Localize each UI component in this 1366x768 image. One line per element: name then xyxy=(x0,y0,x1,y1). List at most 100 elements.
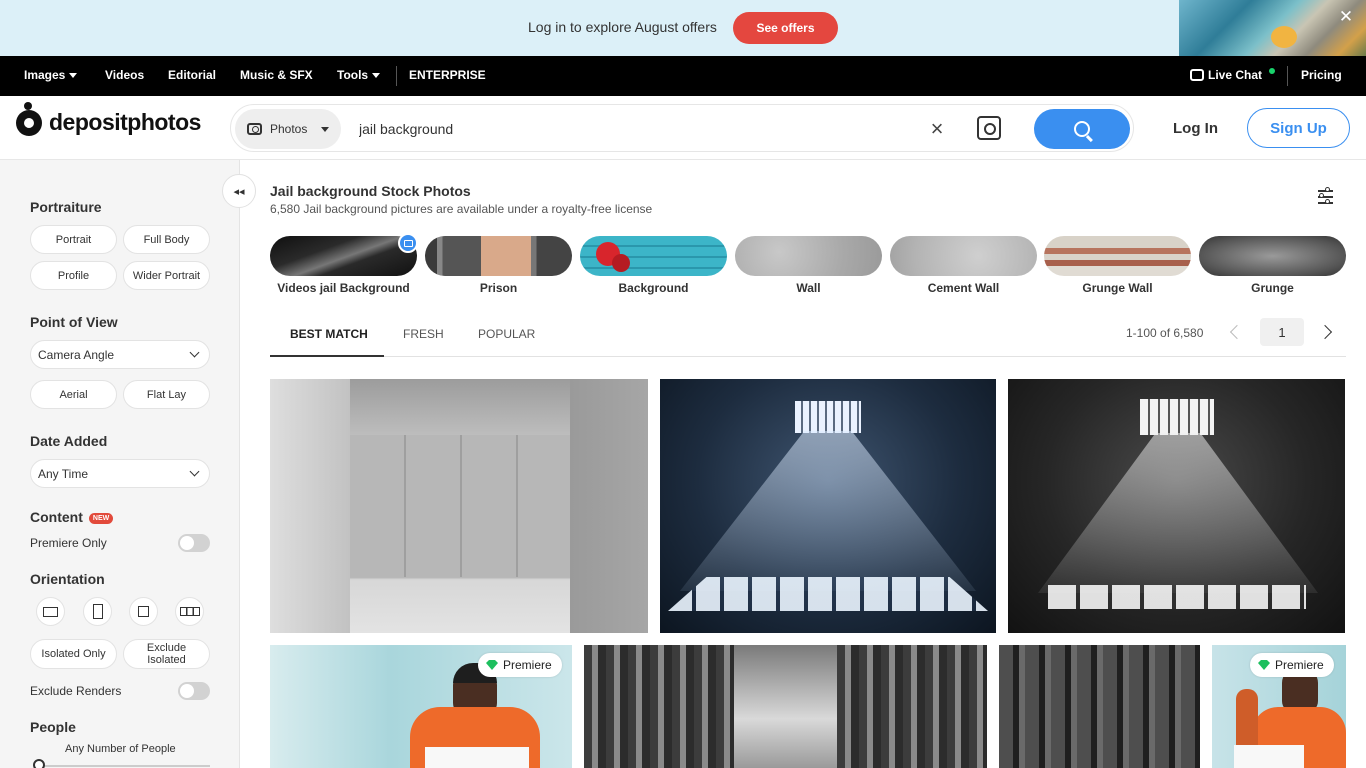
related-label[interactable]: Wall xyxy=(735,281,882,295)
photo-corridor xyxy=(734,645,837,768)
premiere-label: Premiere xyxy=(1275,658,1324,672)
chevron-down-icon xyxy=(69,72,78,78)
portraiture-title: Portraiture xyxy=(30,199,102,215)
horizontal-icon xyxy=(43,606,58,617)
photo-concrete-room[interactable] xyxy=(270,379,648,633)
page-number-input[interactable]: 1 xyxy=(1260,318,1304,346)
related-label[interactable]: Prison xyxy=(425,281,572,295)
related-prison[interactable] xyxy=(425,236,572,276)
chip-profile[interactable]: Profile xyxy=(30,261,117,290)
related-label[interactable]: Background xyxy=(580,281,727,295)
photo-back-wall xyxy=(350,435,570,577)
live-chat-link[interactable]: Live Chat xyxy=(1190,68,1262,82)
orientation-horizontal[interactable] xyxy=(36,597,65,626)
camera-angle-dropdown[interactable]: Camera Angle xyxy=(30,340,210,369)
related-videos-jail-background[interactable] xyxy=(270,236,417,276)
square-icon xyxy=(138,606,149,617)
people-slider-handle[interactable] xyxy=(33,759,45,768)
related-label[interactable]: Grunge xyxy=(1199,281,1346,295)
signup-button[interactable]: Sign Up xyxy=(1247,108,1350,148)
date-added-title: Date Added xyxy=(30,433,108,449)
related-label[interactable]: Grunge Wall xyxy=(1044,281,1191,295)
related-grunge-wall[interactable] xyxy=(1044,236,1191,276)
exclude-renders-toggle[interactable] xyxy=(178,682,210,700)
search-bar: Photos × xyxy=(230,104,1134,152)
related-wall[interactable] xyxy=(735,236,882,276)
photo-prison-corridor[interactable] xyxy=(584,645,987,768)
login-link[interactable]: Log In xyxy=(1173,120,1218,137)
search-input[interactable] xyxy=(359,117,919,141)
chip-aerial[interactable]: Aerial xyxy=(30,380,117,409)
photo-wall-left xyxy=(270,379,350,633)
related-label[interactable]: Cement Wall xyxy=(890,281,1037,295)
promo-text: Log in to explore August offers xyxy=(528,19,717,35)
nav-editorial[interactable]: Editorial xyxy=(168,68,216,82)
filter-knob xyxy=(1325,187,1330,192)
camera-angle-label: Camera Angle xyxy=(38,347,115,362)
orientation-panoramic[interactable] xyxy=(175,597,204,626)
collapse-sidebar-icon[interactable]: ◂◂ xyxy=(222,174,256,208)
vertical-icon xyxy=(92,604,103,619)
photo-cell-bars-right xyxy=(837,645,987,768)
related-grunge[interactable] xyxy=(1199,236,1346,276)
filter-settings-icon[interactable] xyxy=(1316,186,1336,206)
photo-floor-light xyxy=(1048,585,1306,609)
chevron-right-icon[interactable] xyxy=(1317,324,1333,340)
photo-cell-light-gray[interactable] xyxy=(1008,379,1345,633)
filter-knob xyxy=(1325,199,1330,204)
nav-images[interactable]: Images xyxy=(24,68,78,82)
chip-full-body[interactable]: Full Body xyxy=(123,225,210,254)
visual-search-icon[interactable] xyxy=(977,116,1001,140)
related-cement-wall[interactable] xyxy=(890,236,1037,276)
tab-popular[interactable]: POPULAR xyxy=(478,327,535,341)
online-status-dot xyxy=(1269,68,1275,74)
nav-enterprise[interactable]: ENTERPRISE xyxy=(409,68,486,82)
related-label[interactable]: Videos jail Background xyxy=(270,281,417,295)
related-background[interactable] xyxy=(580,236,727,276)
orientation-vertical[interactable] xyxy=(83,597,112,626)
chip-exclude-isolated[interactable]: Exclude Isolated xyxy=(123,639,210,669)
filter-knob xyxy=(1319,193,1324,198)
photo-floor-light xyxy=(668,577,988,611)
nav-music[interactable]: Music & SFX xyxy=(240,68,313,82)
results-count: 1-100 of 6,580 xyxy=(1126,326,1204,340)
logo-mark-icon xyxy=(16,101,42,136)
point-of-view-title: Point of View xyxy=(30,314,118,330)
photo-wall-right xyxy=(570,379,648,633)
logo[interactable]: depositphotos xyxy=(16,101,201,136)
orientation-square[interactable] xyxy=(129,597,158,626)
content-type-select[interactable]: Photos xyxy=(235,109,341,149)
chevron-down-icon xyxy=(189,347,200,358)
nav-videos[interactable]: Videos xyxy=(105,68,144,82)
people-title: People xyxy=(30,719,76,735)
tab-best-match[interactable]: BEST MATCH xyxy=(290,327,368,341)
top-navigation: Images Videos Editorial Music & SFX Tool… xyxy=(0,56,1366,96)
nav-tools-label: Tools xyxy=(337,68,369,82)
chevron-left-icon[interactable] xyxy=(1229,324,1245,340)
chevron-down-icon xyxy=(372,72,381,78)
premiere-gem-icon xyxy=(486,660,498,670)
date-added-dropdown[interactable]: Any Time xyxy=(30,459,210,488)
active-tab-indicator xyxy=(270,355,384,357)
photo-jail-bars[interactable] xyxy=(999,645,1200,768)
photo-light-beam xyxy=(680,431,976,591)
chip-isolated-only[interactable]: Isolated Only xyxy=(30,639,117,669)
search-button[interactable] xyxy=(1034,109,1130,149)
search-icon xyxy=(1074,121,1090,137)
new-badge: NEW xyxy=(88,513,114,524)
nav-tools[interactable]: Tools xyxy=(337,68,381,82)
close-icon[interactable]: ✕ xyxy=(1332,3,1360,31)
nav-pricing[interactable]: Pricing xyxy=(1301,68,1342,82)
camera-icon xyxy=(247,123,262,135)
see-offers-button[interactable]: See offers xyxy=(733,12,838,44)
page-title: Jail background Stock Photos xyxy=(270,183,471,199)
premiere-only-toggle[interactable] xyxy=(178,534,210,552)
tab-fresh[interactable]: FRESH xyxy=(403,327,444,341)
video-camera-icon xyxy=(398,233,418,253)
people-slider-track[interactable] xyxy=(38,765,210,767)
clear-search-icon[interactable]: × xyxy=(925,116,949,141)
chip-flat-lay[interactable]: Flat Lay xyxy=(123,380,210,409)
photo-cell-light-blue[interactable] xyxy=(660,379,996,633)
chip-portrait[interactable]: Portrait xyxy=(30,225,117,254)
chip-wider-portrait[interactable]: Wider Portrait xyxy=(123,261,210,290)
